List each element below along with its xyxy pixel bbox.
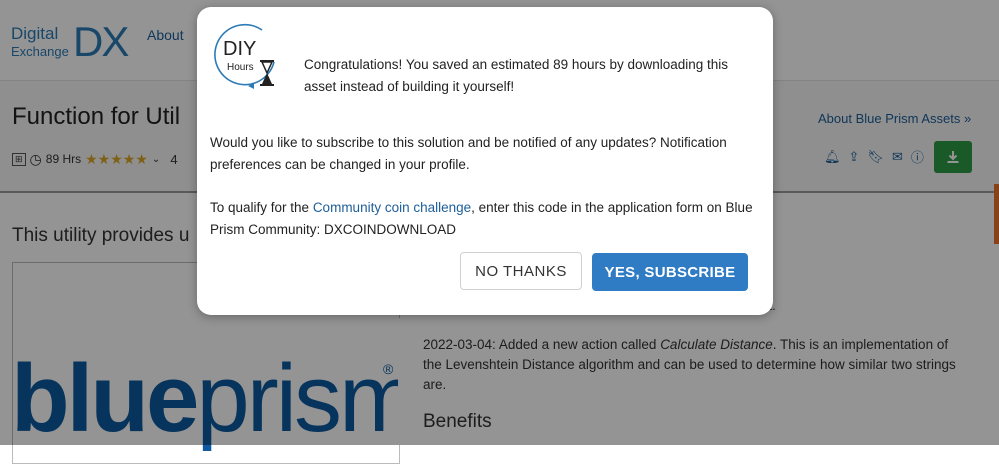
coin-challenge-link[interactable]: Community coin challenge [313, 200, 471, 215]
subscribe-question: Would you like to subscribe to this solu… [210, 135, 727, 172]
coin-challenge-text: To qualify for the Community coin challe… [210, 197, 760, 241]
hourglass-icon [260, 60, 274, 86]
yes-subscribe-button[interactable]: YES, SUBSCRIBE [592, 253, 748, 291]
no-thanks-button[interactable]: NO THANKS [460, 252, 582, 290]
diy-hours-badge: DIY Hours [214, 23, 275, 89]
badge-sub: Hours [227, 62, 254, 73]
coin-prefix: To qualify for the [210, 200, 313, 215]
congrats-message: Congratulations! You saved an estimated … [304, 57, 729, 94]
badge-text: DIY [223, 38, 256, 60]
download-modal: DIY Hours Congratulations! You saved an … [197, 7, 773, 315]
